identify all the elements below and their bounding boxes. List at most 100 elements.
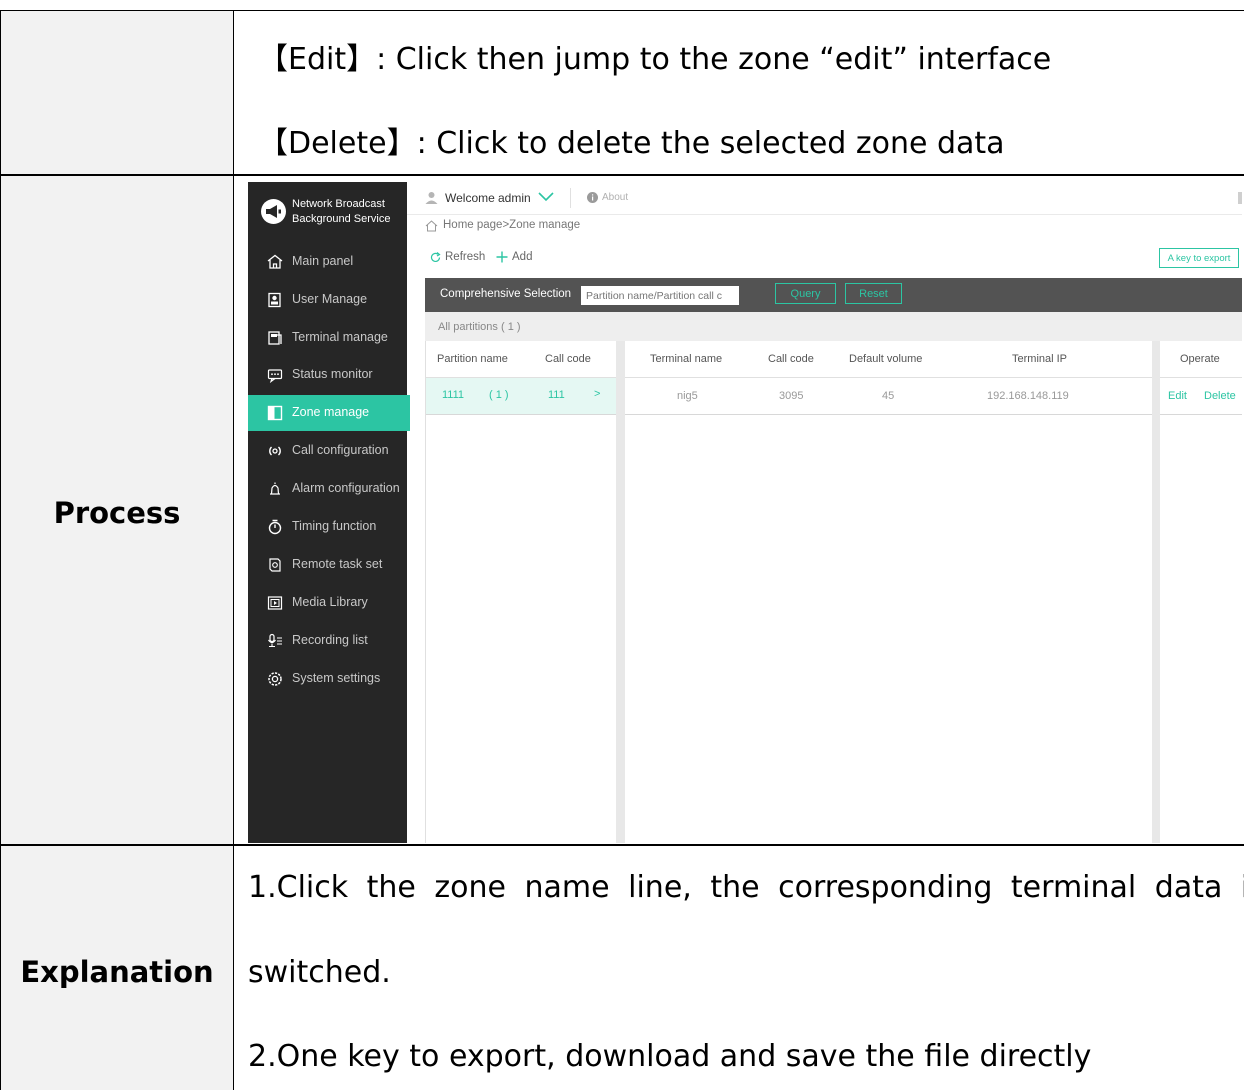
refresh-button[interactable]: Refresh bbox=[445, 251, 485, 263]
app-name-line-1: Network Broadcast bbox=[292, 198, 385, 210]
row-rule bbox=[625, 414, 1152, 415]
sidebar-item-label: Status monitor bbox=[292, 367, 373, 381]
sidebar-item-remote-task-set[interactable]: Remote task set bbox=[248, 547, 407, 583]
column-divider bbox=[616, 341, 625, 843]
row-rule bbox=[1160, 414, 1242, 415]
about-link[interactable]: About bbox=[602, 192, 628, 203]
sidebar-item-label: Recording list bbox=[292, 633, 368, 647]
partitions-header: All partitions ( 1 ) bbox=[425, 312, 1242, 341]
sidebar-item-alarm-configuration[interactable]: Alarm configuration bbox=[248, 471, 407, 507]
username[interactable]: admin bbox=[498, 191, 531, 205]
table-rule bbox=[0, 174, 1244, 176]
header-rule bbox=[1160, 377, 1242, 378]
explanation-line-1: 1.Click the zone name line, the correspo… bbox=[248, 870, 1244, 905]
default-volume-header: Default volume bbox=[849, 353, 923, 365]
chevron-down-icon[interactable] bbox=[538, 192, 554, 202]
media-icon bbox=[267, 595, 283, 611]
monitor-icon bbox=[267, 367, 283, 384]
delete-description: 【Delete】: Click to delete the selected z… bbox=[258, 126, 1005, 161]
top-bar: Welcome admin About bbox=[407, 182, 1242, 215]
sidebar-item-label: Terminal manage bbox=[292, 330, 388, 344]
topbar-divider bbox=[570, 188, 571, 208]
sidebar-item-system-settings[interactable]: System settings bbox=[248, 661, 407, 697]
info-icon[interactable] bbox=[587, 192, 598, 203]
toolbar: Refresh Add A key to export bbox=[407, 244, 1242, 272]
zone-icon bbox=[267, 405, 283, 421]
home-icon[interactable] bbox=[425, 220, 438, 232]
timer-icon bbox=[267, 519, 283, 535]
partition-search-input[interactable] bbox=[581, 286, 739, 305]
app-name-line-2: Background Service bbox=[292, 213, 391, 225]
plus-icon[interactable] bbox=[496, 251, 508, 263]
refresh-icon[interactable] bbox=[430, 252, 441, 263]
column-divider bbox=[1152, 341, 1160, 843]
breadcrumb: Home page>Zone manage bbox=[407, 214, 1242, 238]
table-rule bbox=[233, 10, 234, 1090]
partition-count: ( 1 ) bbox=[489, 389, 509, 401]
remote-task-icon bbox=[267, 557, 283, 573]
partition-name-header: Partition name bbox=[437, 353, 508, 365]
sidebar-item-label: Remote task set bbox=[292, 557, 383, 571]
empty-label-cell bbox=[1, 11, 233, 174]
explanation-line-2: switched. bbox=[248, 955, 391, 990]
zone-manage-screenshot: Network Broadcast Background Service Mai… bbox=[248, 182, 1242, 843]
sidebar-item-call-configuration[interactable]: Call configuration bbox=[248, 433, 407, 469]
terminal-name-header: Terminal name bbox=[650, 353, 723, 365]
partition-name: 1111 bbox=[442, 389, 465, 401]
terminal-ip: 192.168.148.119 bbox=[987, 390, 1069, 402]
partition-row[interactable]: 1111 ( 1 ) 111 > bbox=[426, 378, 616, 414]
partition-code: 111 bbox=[548, 389, 565, 401]
export-button[interactable]: A key to export bbox=[1159, 248, 1239, 268]
sidebar-item-media-library[interactable]: Media Library bbox=[248, 585, 407, 621]
bell-icon bbox=[267, 481, 283, 497]
sidebar-item-timing-function[interactable]: Timing function bbox=[248, 509, 407, 545]
terminal-ip-header: Terminal IP bbox=[1012, 353, 1068, 365]
sidebar-item-label: Call configuration bbox=[292, 443, 389, 457]
broadcast-icon bbox=[267, 443, 283, 459]
terminal-code: 3095 bbox=[779, 390, 804, 402]
sidebar-item-label: Timing function bbox=[292, 519, 377, 533]
breadcrumb-text[interactable]: Home page>Zone manage bbox=[443, 219, 580, 231]
edit-description: 【Edit】: Click then jump to the zone “edi… bbox=[258, 42, 1052, 77]
sidebar-item-label: System settings bbox=[292, 671, 381, 685]
sidebar-item-status-monitor[interactable]: Status monitor bbox=[248, 357, 407, 393]
add-button[interactable]: Add bbox=[512, 251, 532, 263]
chevron-right-icon: > bbox=[594, 388, 601, 400]
sidebar-item-label: User Manage bbox=[292, 292, 368, 306]
sidebar-item-label: Main panel bbox=[292, 254, 354, 268]
table-rule bbox=[0, 10, 1, 1090]
delete-link[interactable]: Delete bbox=[1204, 390, 1236, 402]
table-rule bbox=[0, 10, 1244, 11]
gear-icon bbox=[267, 671, 283, 687]
sidebar-item-label: Alarm configuration bbox=[292, 481, 400, 495]
sidebar-item-label: Media Library bbox=[292, 595, 368, 609]
row-rule bbox=[426, 414, 616, 415]
terminal-row[interactable]: nig5 3095 45 192.168.148.119 bbox=[625, 378, 1152, 414]
home-icon bbox=[267, 254, 283, 270]
filter-label: Comprehensive Selection bbox=[440, 288, 572, 300]
sidebar-item-recording-list[interactable]: Recording list bbox=[248, 623, 407, 659]
explanation-line-3: 2.One key to export, download and save t… bbox=[248, 1039, 1092, 1074]
sidebar-item-user-manage[interactable]: User Manage bbox=[248, 282, 407, 318]
megaphone-icon bbox=[261, 199, 286, 224]
edit-link[interactable]: Edit bbox=[1168, 390, 1187, 402]
terminal-code-header: Call code bbox=[768, 353, 814, 365]
zone-grid: Partition name Call code Terminal name C… bbox=[425, 341, 1242, 843]
sidebar-item-zone-manage[interactable]: Zone manage bbox=[248, 395, 410, 431]
table-rule bbox=[0, 844, 1244, 846]
sidebar: Network Broadcast Background Service Mai… bbox=[248, 182, 410, 843]
sidebar-item-label: Zone manage bbox=[292, 405, 370, 419]
sidebar-item-main-panel[interactable]: Main panel bbox=[248, 244, 407, 280]
reset-button[interactable]: Reset bbox=[845, 283, 902, 304]
topbar-edge-icon bbox=[1238, 192, 1242, 204]
process-label: Process bbox=[53, 496, 181, 530]
query-button[interactable]: Query bbox=[775, 283, 836, 304]
terminal-icon bbox=[267, 330, 283, 346]
operate-header: Operate bbox=[1180, 353, 1220, 365]
user-manage-icon bbox=[267, 292, 283, 308]
partition-code-header: Call code bbox=[545, 353, 591, 365]
sidebar-item-terminal-manage[interactable]: Terminal manage bbox=[248, 320, 407, 356]
user-icon bbox=[425, 192, 438, 204]
filter-bar: Comprehensive Selection Query Reset bbox=[425, 278, 1242, 312]
terminal-name: nig5 bbox=[677, 390, 698, 402]
